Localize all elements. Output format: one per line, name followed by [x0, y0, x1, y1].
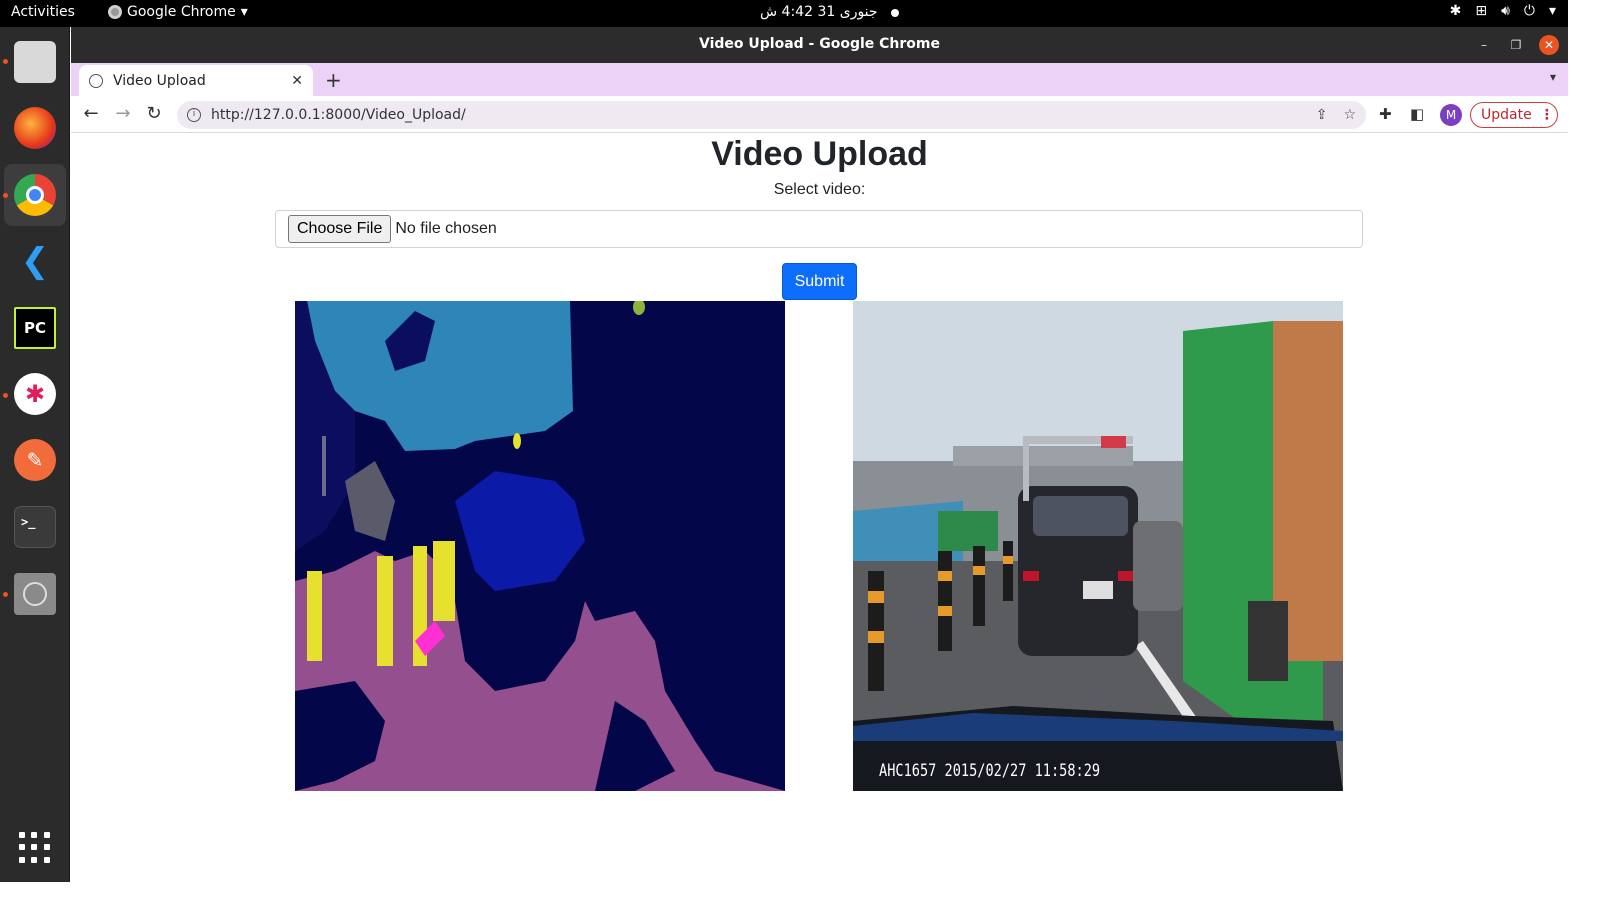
back-icon[interactable]: ←: [80, 103, 102, 124]
slack-icon: ✱: [14, 373, 56, 415]
minimize-icon[interactable]: –: [1474, 35, 1494, 55]
window-titlebar[interactable]: Video Upload - Google Chrome – ❐ ✕: [71, 27, 1568, 63]
pycharm-icon: PC: [14, 307, 56, 349]
camera-frame-image: AHC1657 2015/02/27 11:58:29: [853, 301, 1343, 791]
vscode-icon: ❮: [20, 241, 50, 281]
tab-strip: Video Upload ✕ + ▾: [71, 63, 1568, 96]
share-icon[interactable]: ⇪: [1316, 107, 1328, 123]
slack-tray-icon[interactable]: ✱: [1450, 3, 1462, 19]
clock[interactable]: جنوری 31 4:42 ش: [760, 4, 878, 20]
dock-slack[interactable]: ✱: [4, 363, 66, 425]
browser-window: Video Upload - Google Chrome – ❐ ✕ Video…: [71, 27, 1568, 882]
extensions-icon[interactable]: ✚: [1379, 105, 1392, 123]
dock-pycharm[interactable]: PC: [4, 297, 66, 359]
choose-file-button[interactable]: Choose File: [288, 215, 392, 243]
postman-icon: ✎: [14, 439, 56, 481]
video-file-input[interactable]: Choose File No file chosen: [275, 210, 1363, 248]
show-applications-icon[interactable]: [19, 832, 51, 864]
running-indicator: [3, 592, 8, 597]
disc-icon: [14, 573, 56, 615]
globe-icon: [89, 73, 103, 88]
activities-button[interactable]: Activities: [11, 4, 75, 20]
dock: ❮ PC ✱ ✎ >_: [0, 27, 70, 882]
submit-button[interactable]: Submit: [782, 263, 857, 300]
tab-search-icon[interactable]: ▾: [1550, 70, 1556, 84]
chrome-icon: [14, 174, 56, 216]
app-menu[interactable]: Google Chrome ▾: [108, 4, 248, 20]
app-menu-label: Google Chrome: [127, 4, 236, 20]
dock-files[interactable]: [4, 31, 66, 93]
more-menu-icon[interactable]: ⋮: [1540, 107, 1554, 123]
running-indicator: [3, 393, 8, 398]
firefox-icon: [14, 107, 56, 149]
notification-dot-icon: [891, 9, 899, 17]
browser-toolbar: ← → ↻ i http://127.0.0.1:8000/Video_Uplo…: [71, 96, 1568, 133]
dock-postman[interactable]: ✎: [4, 429, 66, 491]
window-title: Video Upload - Google Chrome: [699, 36, 940, 52]
system-top-bar: Activities Google Chrome ▾ جنوری 31 4:42…: [0, 0, 1568, 27]
close-window-icon[interactable]: ✕: [1539, 35, 1559, 55]
network-icon[interactable]: ⊞: [1475, 3, 1487, 19]
chevron-down-icon[interactable]: ▾: [1549, 3, 1556, 19]
page-content: Video Upload Select video: Choose File N…: [71, 133, 1568, 882]
update-button[interactable]: Update ⋮: [1470, 102, 1558, 128]
reload-icon[interactable]: ↻: [143, 103, 165, 124]
site-info-icon[interactable]: i: [187, 108, 201, 122]
tab-video-upload[interactable]: Video Upload ✕: [79, 65, 313, 96]
system-tray[interactable]: ✱ ⊞ 🔊︎ ⏻ ▾: [1450, 3, 1556, 19]
dock-terminal[interactable]: >_: [4, 496, 66, 558]
camera-timestamp: AHC1657 2015/02/27 11:58:29: [879, 761, 1101, 781]
dock-disc[interactable]: [4, 563, 66, 625]
file-status-text: No file chosen: [395, 220, 497, 237]
running-indicator: [3, 193, 8, 198]
dock-chrome[interactable]: [4, 164, 66, 226]
profile-avatar[interactable]: M: [1440, 104, 1462, 126]
terminal-icon: >_: [14, 506, 56, 548]
chrome-icon: [108, 5, 122, 19]
select-video-label: Select video:: [773, 181, 866, 198]
volume-icon[interactable]: 🔊︎: [1501, 3, 1510, 19]
address-bar[interactable]: i http://127.0.0.1:8000/Video_Upload/ ⇪ …: [177, 101, 1366, 129]
files-icon: [14, 41, 56, 83]
page-title: Video Upload: [711, 135, 928, 173]
update-label: Update: [1481, 107, 1532, 123]
new-tab-icon[interactable]: +: [325, 68, 342, 92]
side-panel-icon[interactable]: ◧: [1410, 105, 1424, 123]
segmentation-image: [295, 301, 785, 791]
close-tab-icon[interactable]: ✕: [291, 73, 303, 89]
dock-firefox[interactable]: [4, 97, 66, 159]
chevron-down-icon: ▾: [240, 4, 248, 20]
running-indicator: [3, 59, 8, 64]
forward-icon[interactable]: →: [112, 103, 134, 124]
bookmark-star-icon[interactable]: ☆: [1343, 107, 1356, 123]
dock-vscode[interactable]: ❮: [4, 230, 66, 292]
url-text[interactable]: http://127.0.0.1:8000/Video_Upload/: [211, 107, 1300, 123]
power-icon[interactable]: ⏻: [1524, 3, 1535, 19]
restore-icon[interactable]: ❐: [1506, 35, 1526, 55]
tab-title: Video Upload: [113, 72, 206, 89]
